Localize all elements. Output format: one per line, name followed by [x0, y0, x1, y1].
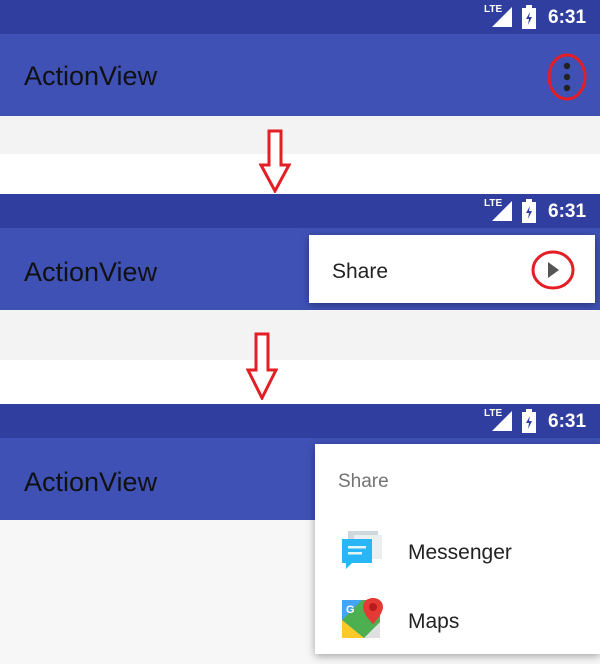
maps-icon: G — [342, 598, 383, 638]
menu-item-label: Share — [332, 260, 389, 283]
svg-text:G: G — [346, 604, 355, 616]
status-bar: LTE 6:31 — [0, 194, 600, 228]
share-item-label: Maps — [408, 610, 460, 633]
app-title: ActionView — [24, 467, 158, 497]
signal-icon — [492, 7, 512, 27]
status-bar: LTE 6:31 — [0, 0, 600, 34]
submenu-header: Share — [338, 471, 389, 492]
app-title: ActionView — [24, 61, 158, 91]
battery-icon — [522, 409, 536, 433]
overflow-menu-button[interactable] — [546, 53, 588, 101]
share-item-maps[interactable]: G Maps — [315, 588, 600, 654]
signal-icon — [492, 201, 512, 221]
messenger-icon — [342, 531, 382, 569]
app-title: ActionView — [24, 257, 158, 287]
menu-item-share[interactable]: Share — [309, 235, 595, 303]
status-bar: LTE 6:31 — [0, 404, 600, 438]
overflow-menu: Share — [309, 235, 595, 303]
content-area — [0, 310, 600, 360]
signal-icon — [492, 411, 512, 431]
battery-icon — [522, 199, 536, 223]
battery-icon — [522, 5, 536, 29]
status-time: 6:31 — [548, 7, 587, 28]
down-arrow-icon — [246, 332, 278, 400]
down-arrow-icon — [259, 129, 291, 193]
more-vert-icon — [547, 53, 587, 101]
status-time: 6:31 — [548, 411, 587, 432]
share-submenu: Share Messenger G Maps — [315, 444, 600, 654]
arrow-right-icon — [531, 250, 575, 290]
share-item-label: Messenger — [408, 541, 512, 564]
app-toolbar: ActionView — [0, 34, 600, 116]
status-time: 6:31 — [548, 201, 587, 222]
content-area — [0, 116, 600, 154]
share-item-messenger[interactable]: Messenger — [315, 520, 600, 586]
